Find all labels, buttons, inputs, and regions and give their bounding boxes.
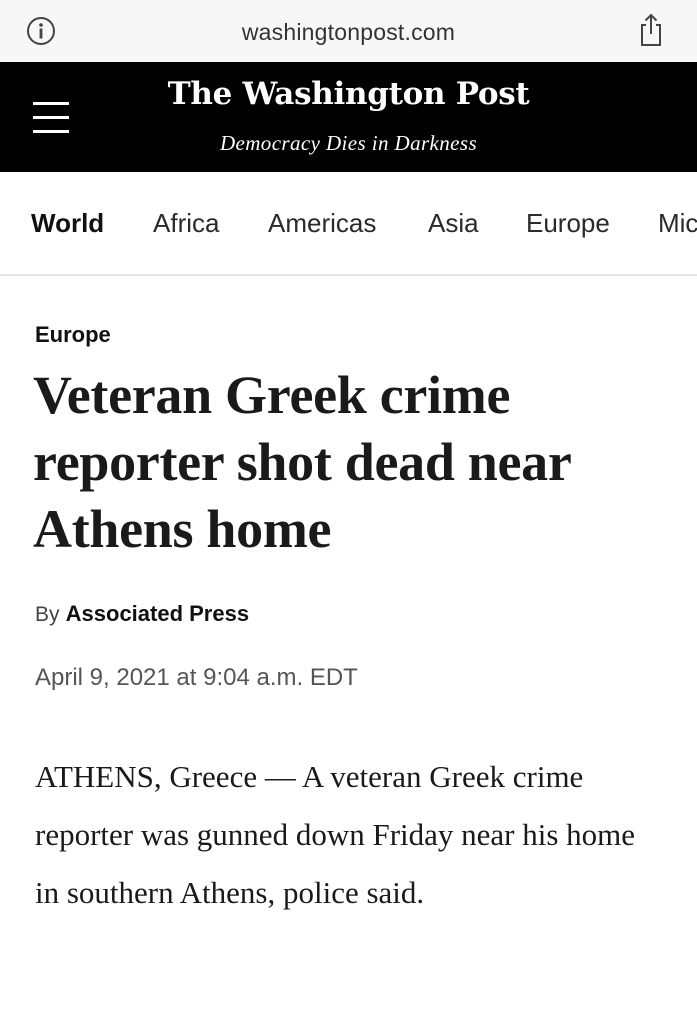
masthead: The Washington Post Democracy Dies in Da… [0,62,697,172]
nav-item-europe[interactable]: Europe [526,208,610,239]
article-date: April 9, 2021 at 9:04 a.m. EDT [35,664,358,691]
article-body: ATHENS, Greece — A veteran Greek crime r… [35,759,636,910]
article-byline: By Associated Press [35,601,249,627]
byline-prefix: By [35,603,60,626]
nav-item-asia[interactable]: Asia [428,208,479,239]
share-icon[interactable] [636,12,666,48]
section-nav: World Africa Americas Asia Europe Mic [0,172,697,276]
url-text[interactable]: washingtonpost.com [0,19,697,46]
nav-item-world[interactable]: World [31,208,104,239]
nav-item-middle-east[interactable]: Mic [658,208,697,239]
nav-item-africa[interactable]: Africa [153,208,219,239]
site-logo[interactable]: The Washington Post [0,76,697,112]
nav-item-americas[interactable]: Americas [268,208,376,239]
browser-url-bar: washingtonpost.com [0,0,697,62]
article-headline: Veteran Greek crime reporter shot dead n… [33,365,571,559]
byline-author[interactable]: Associated Press [66,601,249,626]
article-kicker[interactable]: Europe [35,322,111,348]
site-tagline: Democracy Dies in Darkness [219,131,478,155]
